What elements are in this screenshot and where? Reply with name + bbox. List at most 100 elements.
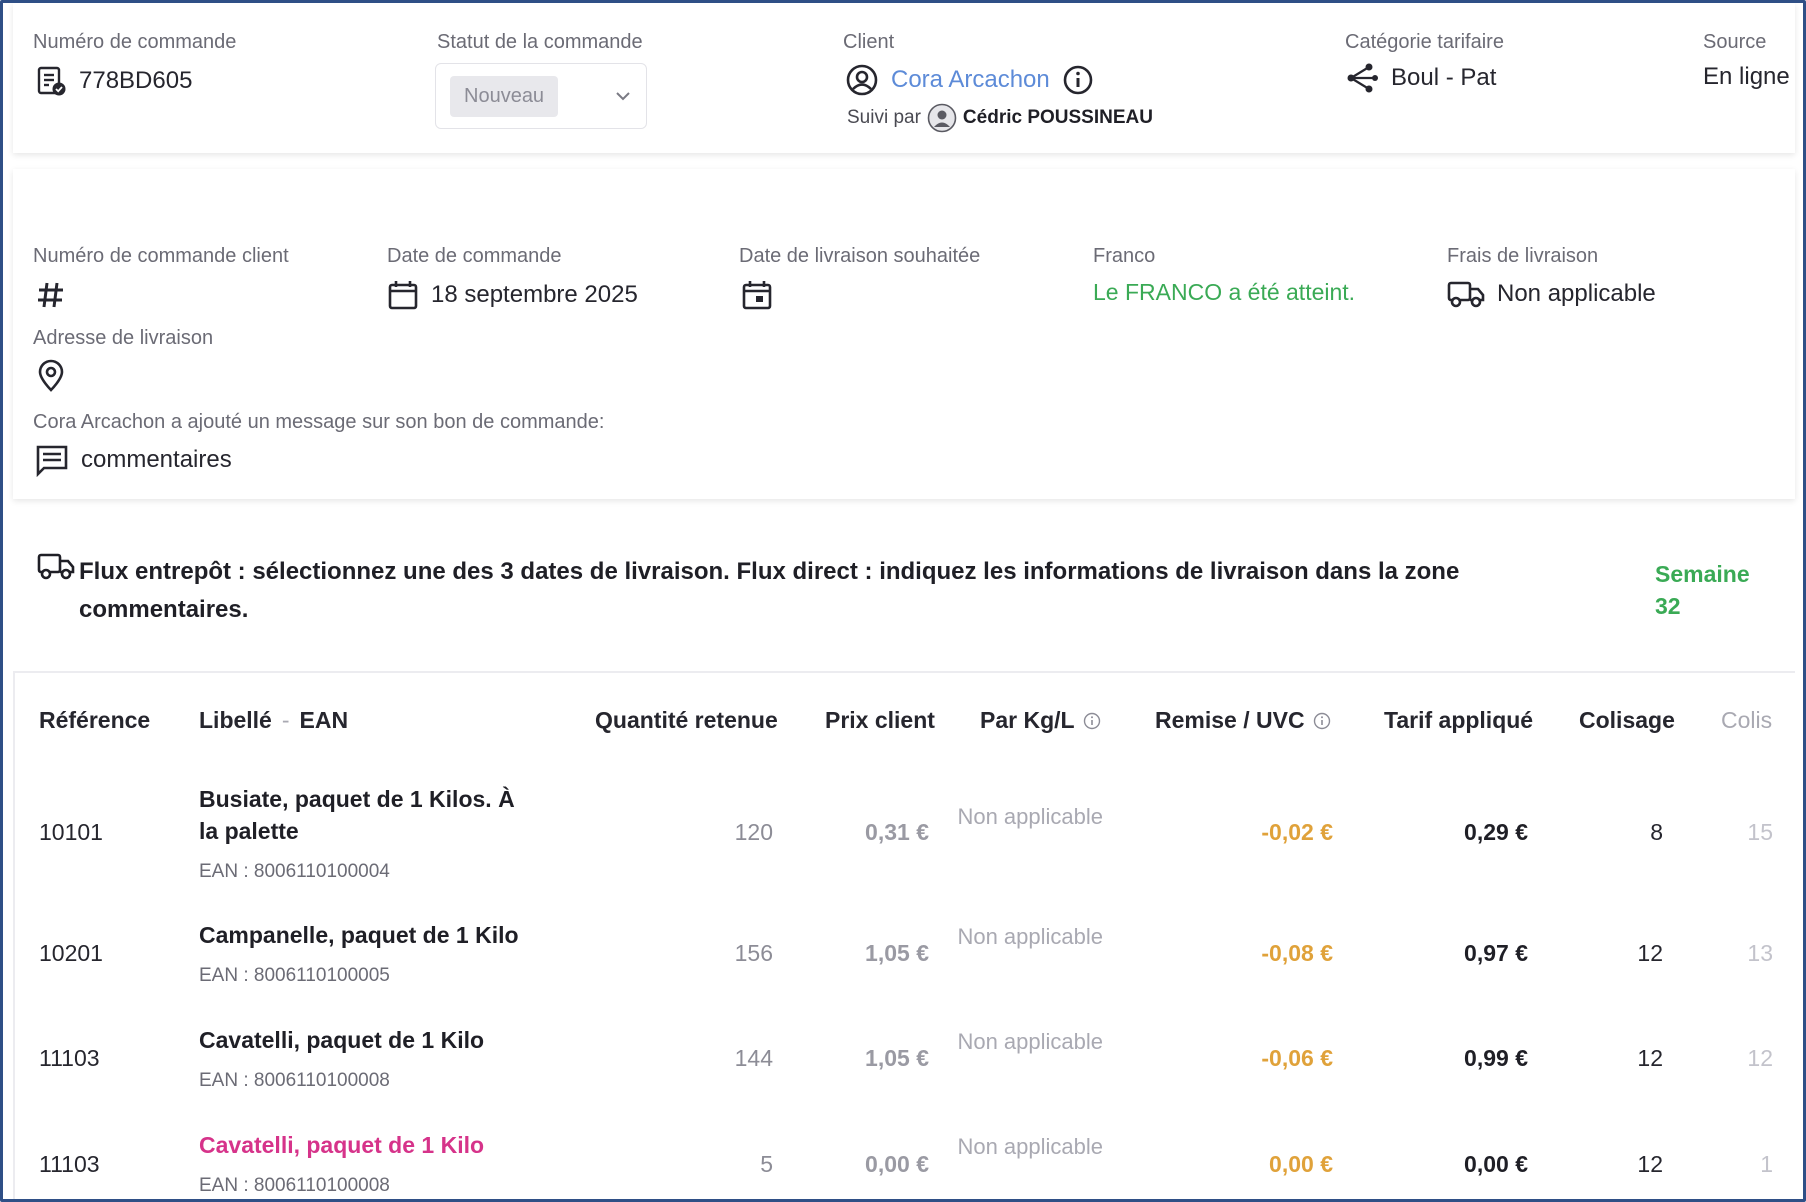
row-colis: 1 xyxy=(1760,1151,1773,1177)
col-header-reference[interactable]: Référence xyxy=(39,707,150,734)
row-colisage: 12 xyxy=(1637,1151,1663,1177)
col-header-separator: - xyxy=(281,707,290,733)
col-header-discount[interactable]: Remise / UVC xyxy=(1155,707,1331,734)
row-libelle: Campanelle, paquet de 1 Kilo xyxy=(199,922,519,948)
row-per-kg: Non applicable xyxy=(957,1029,1103,1054)
row-per-kg: Non applicable xyxy=(957,804,1103,829)
followed-by-name: Cédric POUSSINEAU xyxy=(962,107,1153,128)
row-applied-tariff: 0,99 € xyxy=(1464,1045,1528,1071)
order-document-icon xyxy=(35,65,67,97)
col-header-applied-tariff[interactable]: Tarif appliqué xyxy=(1384,707,1533,734)
row-discount: -0,02 € xyxy=(1261,819,1333,845)
col-header-libelle-ean[interactable]: Libellé - EAN xyxy=(199,707,348,734)
status-value: Nouveau xyxy=(450,75,559,117)
row-reference: 11103 xyxy=(39,1151,100,1177)
row-quantity: 120 xyxy=(734,819,773,845)
row-libelle: Cavatelli, paquet de 1 Kilo xyxy=(199,1132,485,1158)
client-order-number-label: Numéro de commande client xyxy=(33,245,289,267)
tariff-value: Boul - Pat xyxy=(1391,64,1497,91)
info-icon[interactable] xyxy=(1083,712,1101,730)
delivery-address-label: Adresse de livraison xyxy=(33,327,214,349)
calendar-event-icon[interactable] xyxy=(741,279,773,311)
col-header-colis[interactable]: Colis xyxy=(1721,707,1772,734)
order-number: 778BD605 xyxy=(35,65,192,97)
row-colisage: 8 xyxy=(1650,819,1663,845)
delivery-fee-label: Frais de livraison xyxy=(1447,245,1599,267)
col-header-per-kg-label: Par Kg/L xyxy=(980,707,1075,733)
week-indicator: Semaine 32 xyxy=(1655,558,1765,622)
col-header-quantity[interactable]: Quantité retenue xyxy=(595,707,778,734)
order-date: 18 septembre 2025 xyxy=(387,279,638,311)
order-date-value: 18 septembre 2025 xyxy=(431,281,638,308)
delivery-fee-value: Non applicable xyxy=(1497,280,1656,307)
comment-icon xyxy=(35,443,69,477)
order-date-label: Date de commande xyxy=(387,245,562,267)
client-message-value: commentaires xyxy=(81,446,232,473)
row-reference: 11103 xyxy=(39,1045,100,1071)
order-number-value: 778BD605 xyxy=(79,67,193,94)
map-pin-icon xyxy=(35,359,67,393)
row-discount: 0,00 € xyxy=(1269,1151,1333,1177)
row-per-kg: Non applicable xyxy=(957,1134,1103,1159)
week-number: 32 xyxy=(1655,593,1681,619)
row-ean: EAN : 8006110100004 xyxy=(199,861,390,882)
col-header-colisage[interactable]: Colisage xyxy=(1579,707,1675,734)
delivery-flow-text: Flux entrepôt : sélectionnez une des 3 d… xyxy=(79,558,1460,623)
row-reference: 10101 xyxy=(39,819,103,845)
client-name-link[interactable]: Cora Arcachon xyxy=(891,66,1050,94)
hash-icon xyxy=(35,279,67,311)
status-select[interactable]: Nouveau xyxy=(435,63,647,129)
row-client-price: 0,00 € xyxy=(865,1151,929,1177)
client-message-label: Cora Arcachon a ajouté un message sur so… xyxy=(33,411,605,433)
row-ean: EAN : 8006110100008 xyxy=(199,1175,390,1196)
franco-value: Le FRANCO a été atteint. xyxy=(1093,279,1356,305)
client-row: Cora Arcachon xyxy=(845,63,1094,97)
row-colis: 15 xyxy=(1747,819,1773,845)
source-label: Source xyxy=(1703,31,1767,53)
col-header-per-kg[interactable]: Par Kg/L xyxy=(980,707,1101,734)
row-libelle: Cavatelli, paquet de 1 Kilo xyxy=(199,1027,485,1053)
col-header-client-price[interactable]: Prix client xyxy=(825,707,935,734)
row-reference: 10201 xyxy=(39,940,103,966)
row-quantity: 156 xyxy=(734,940,773,966)
client-message: commentaires xyxy=(35,443,232,477)
row-applied-tariff: 0,00 € xyxy=(1464,1151,1528,1177)
followed-by-label: Suivi par xyxy=(847,107,921,128)
followed-by-row: Suivi par Cédric POUSSINEAU xyxy=(847,103,1153,133)
row-applied-tariff: 0,97 € xyxy=(1464,940,1528,966)
chevron-down-icon xyxy=(614,90,632,102)
row-colisage: 12 xyxy=(1637,940,1663,966)
row-client-price: 1,05 € xyxy=(865,1045,929,1071)
row-per-kg: Non applicable xyxy=(957,924,1103,949)
row-discount: -0,06 € xyxy=(1261,1045,1333,1071)
share-nodes-icon xyxy=(1345,61,1379,95)
col-header-libelle: Libellé xyxy=(199,707,272,733)
row-ean: EAN : 8006110100008 xyxy=(199,1070,390,1091)
delivery-fee: Non applicable xyxy=(1447,279,1656,309)
row-client-price: 1,05 € xyxy=(865,940,929,966)
source-value: En ligne xyxy=(1703,63,1790,90)
truck-icon xyxy=(37,551,75,581)
row-libelle: Busiate, paquet de 1 Kilos. À la palette xyxy=(199,786,515,844)
row-quantity: 144 xyxy=(734,1045,773,1071)
col-header-ean: EAN xyxy=(299,707,349,733)
info-icon[interactable] xyxy=(1313,712,1331,730)
truck-icon xyxy=(1447,279,1485,309)
row-ean: EAN : 8006110100005 xyxy=(199,965,390,986)
client-label: Client xyxy=(843,31,895,53)
row-colis: 13 xyxy=(1747,940,1773,966)
row-discount: -0,08 € xyxy=(1261,940,1333,966)
info-icon[interactable] xyxy=(1062,64,1094,96)
row-quantity: 5 xyxy=(760,1151,773,1177)
tariff-row: Boul - Pat xyxy=(1345,61,1496,95)
avatar xyxy=(927,103,957,133)
week-label: Semaine xyxy=(1655,561,1750,587)
row-colis: 12 xyxy=(1747,1045,1773,1071)
row-client-price: 0,31 € xyxy=(865,819,929,845)
col-header-discount-label: Remise / UVC xyxy=(1155,707,1305,733)
tariff-label: Catégorie tarifaire xyxy=(1345,31,1504,53)
order-details-card xyxy=(13,169,1795,499)
user-circle-icon xyxy=(845,63,879,97)
calendar-icon xyxy=(387,279,419,311)
franco-label: Franco xyxy=(1093,245,1156,267)
